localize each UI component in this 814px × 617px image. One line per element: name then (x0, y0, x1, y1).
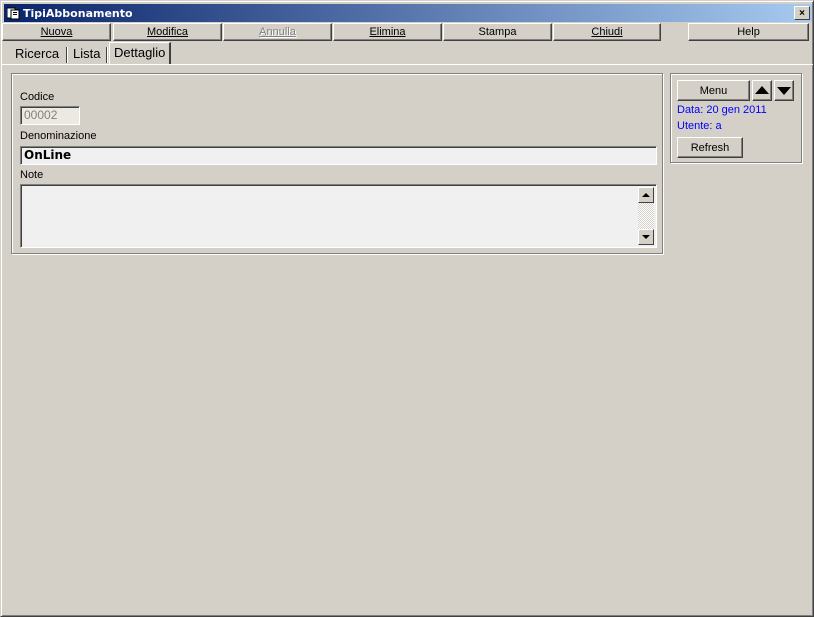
menu-button[interactable]: Menu (677, 80, 750, 101)
tab-ricerca-label: Ricerca (15, 46, 60, 61)
codice-field[interactable]: 00002 (20, 106, 80, 125)
modifica-label: Modifica (147, 25, 188, 38)
detail-form-group: Codice 00002 Denominazione OnLine Note (11, 73, 663, 254)
help-button[interactable]: Help (688, 23, 809, 41)
side-panel-group: Menu Data: 20 gen 2011 Utente: a Refresh (670, 73, 802, 163)
codice-label: Codice (20, 91, 55, 103)
menu-label: Menu (699, 84, 728, 97)
nuova-button[interactable]: Nuova (2, 23, 111, 41)
tab-separator (66, 47, 68, 63)
chiudi-label: Chiudi (591, 25, 623, 38)
tab-lista-label: Lista (73, 46, 101, 61)
stampa-button[interactable]: Stampa (443, 23, 552, 41)
arrow-down-icon (642, 235, 650, 239)
nuova-label: Nuova (40, 25, 73, 38)
arrow-down-icon (777, 87, 791, 95)
annulla-label: Annulla (259, 25, 296, 38)
modifica-button[interactable]: Modifica (113, 23, 222, 41)
elimina-button[interactable]: Elimina (333, 23, 442, 41)
user-info: Utente: a (677, 120, 722, 132)
record-next-button[interactable] (774, 80, 794, 101)
denominazione-label: Denominazione (20, 130, 97, 142)
scroll-down-button[interactable] (638, 229, 654, 245)
main-window: TipiAbbonamento × Nuova Modifica Annulla… (0, 0, 814, 617)
refresh-button[interactable]: Refresh (677, 137, 743, 158)
arrow-up-icon (642, 193, 650, 197)
tab-separator (106, 47, 108, 63)
date-info: Data: 20 gen 2011 (677, 104, 767, 116)
tab-dettaglio-label: Dettaglio (114, 45, 166, 60)
record-previous-button[interactable] (752, 80, 772, 101)
annulla-button[interactable]: Annulla (223, 23, 332, 41)
arrow-up-icon (755, 86, 769, 94)
tab-panel-border (1, 64, 813, 66)
scroll-up-button[interactable] (638, 187, 654, 203)
help-label: Help (737, 25, 760, 38)
elimina-label: Elimina (369, 25, 406, 38)
chiudi-button[interactable]: Chiudi (553, 23, 661, 41)
denominazione-field[interactable]: OnLine (20, 146, 657, 165)
stampa-label: Stampa (478, 25, 517, 38)
window-title: TipiAbbonamento (23, 6, 133, 20)
note-scrollbar[interactable] (638, 187, 654, 245)
close-window-button[interactable]: × (794, 6, 810, 20)
tab-dettaglio[interactable]: Dettaglio (109, 42, 172, 64)
app-icon (6, 7, 20, 20)
note-label: Note (20, 169, 44, 181)
refresh-label: Refresh (690, 141, 730, 154)
tab-ricerca[interactable]: Ricerca (11, 44, 63, 64)
close-icon: × (799, 7, 805, 19)
note-textarea[interactable] (20, 184, 657, 248)
title-bar: TipiAbbonamento × (4, 4, 812, 22)
tab-lista[interactable]: Lista (69, 44, 104, 64)
